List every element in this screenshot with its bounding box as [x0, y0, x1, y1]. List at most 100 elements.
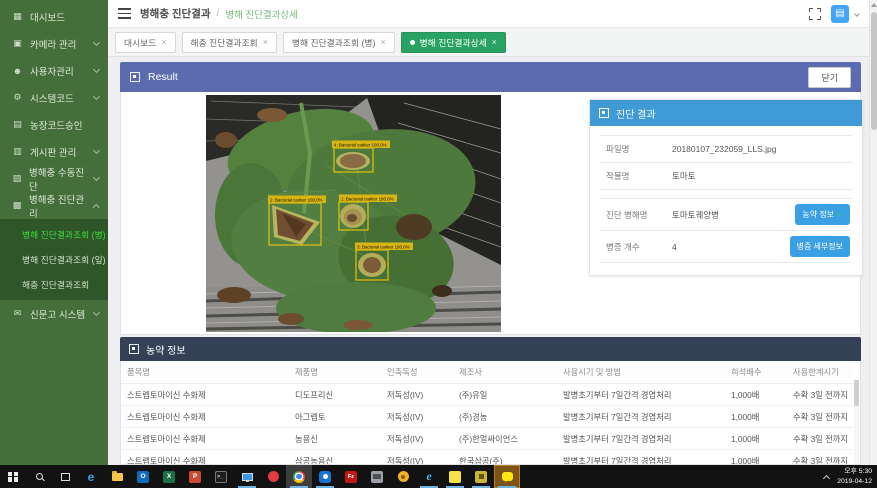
- scroll-up-icon[interactable]: [871, 3, 877, 7]
- taskbar-pc-app[interactable]: [234, 465, 260, 488]
- diagnosis-card-title: 진단 결과: [616, 106, 656, 121]
- chevron-down-icon: [93, 174, 100, 181]
- submenu-item-label: 병해 진단결과조회 (병): [22, 228, 106, 241]
- blue-app-icon: [319, 471, 331, 483]
- table-row[interactable]: 스트렙토마이신 수화제디도프리신저독성(IV) (주)유일발병초기부터 7일간격…: [121, 384, 853, 406]
- fullscreen-icon[interactable]: [809, 8, 821, 20]
- page-scrollbar-thumb[interactable]: [871, 12, 877, 130]
- tab-disease-result[interactable]: 병해 진단결과조회 (병) ×: [283, 32, 395, 53]
- field-label: 진단 병해명: [600, 199, 666, 231]
- breadcrumb-page[interactable]: 병해 진단결과상세: [225, 7, 298, 21]
- outlook-icon: O: [137, 471, 149, 483]
- chevron-down-icon[interactable]: [854, 11, 860, 17]
- breadcrumb: 병해충 진단결과 / 병해 진단결과상세: [140, 6, 298, 21]
- panel-icon: [599, 108, 609, 118]
- taskbar-excel[interactable]: X: [156, 465, 182, 488]
- sidebar-item-system-code[interactable]: ⚙ 시스템코드: [0, 84, 108, 111]
- book-icon: ▤: [12, 119, 23, 130]
- taskbar-yellow-badge-app[interactable]: [390, 465, 416, 488]
- list-icon: ▩: [12, 200, 22, 211]
- tab-dashboard[interactable]: 대시보드 ×: [115, 32, 176, 53]
- sidebar-item-camera[interactable]: ▣ 카메라 관리: [0, 30, 108, 57]
- show-hidden-icons[interactable]: [823, 475, 830, 482]
- tab-close-icon[interactable]: ×: [380, 37, 385, 47]
- submenu-item-disease-result-leaf[interactable]: 병해 진단결과조회 (잎): [0, 247, 108, 272]
- result-panel-header: Result 닫기: [120, 62, 861, 92]
- taskbar-internet-explorer[interactable]: e: [416, 465, 442, 488]
- result-panel-body: 4: Bacterial canker 100.0% 2: Bacterial …: [120, 92, 861, 335]
- symptom-detail-button[interactable]: 병증 세부정보: [790, 236, 850, 257]
- taskbar-red-app[interactable]: [260, 465, 286, 488]
- tab-label: 병해 진단결과조회 (병): [292, 36, 376, 49]
- start-button[interactable]: [0, 465, 26, 488]
- taskbar-powerpoint[interactable]: P: [182, 465, 208, 488]
- board-icon: ▥: [12, 146, 23, 157]
- table-row[interactable]: 스트렙토마이신 수화제삼공농용신저독성(IV) 한국삼공(주)발병초기부터 7일…: [121, 450, 853, 466]
- avatar[interactable]: ▤: [831, 5, 849, 23]
- table-row[interactable]: 스트렙토마이신 수화제아그렙토저독성(IV) (주)경농발병초기부터 7일간격 …: [121, 406, 853, 428]
- page-scrollbar[interactable]: [869, 0, 877, 465]
- taskbar-filezilla[interactable]: Fz: [338, 465, 364, 488]
- sidebar-item-diagnosis-management[interactable]: ▩ 병해충 진단관리: [0, 192, 108, 219]
- table-scrollbar[interactable]: [854, 380, 859, 464]
- windows-icon: [8, 472, 18, 482]
- table-row: 병증 개수 4 병증 세부정보: [600, 231, 852, 263]
- table-scrollbar-thumb[interactable]: [854, 380, 859, 406]
- submenu-item-pest-result[interactable]: 해충 진단결과조회: [0, 272, 108, 297]
- taskbar-edge[interactable]: e: [78, 465, 104, 488]
- submenu-item-disease-result-byung[interactable]: 병해 진단결과조회 (병): [0, 222, 108, 247]
- pesticide-panel-header: 농약 정보: [120, 337, 861, 361]
- taskbar-blue-app[interactable]: [312, 465, 338, 488]
- close-button[interactable]: 닫기: [808, 67, 851, 88]
- result-panel: Result 닫기: [120, 62, 861, 335]
- dashboard-icon: ▦: [12, 11, 23, 22]
- chevron-down-icon: [93, 309, 100, 316]
- tab-disease-detail[interactable]: 병해 진단결과상세 ×: [401, 32, 506, 53]
- sidebar-item-manual-diagnosis[interactable]: ▨ 병해충 수동진단: [0, 165, 108, 192]
- tab-close-icon[interactable]: ×: [263, 37, 268, 47]
- task-view-button[interactable]: [52, 465, 78, 488]
- screen: ▦ 대시보드 ▣ 카메라 관리 ☻ 사용자관리 ⚙ 시스템코드 ▤ 농장코드승인…: [0, 0, 877, 488]
- pesticide-panel-title: 농약 정보: [146, 342, 186, 357]
- taskbar-kakaotalk[interactable]: [494, 465, 520, 488]
- taskbar-olive-app[interactable]: [468, 465, 494, 488]
- sidebar-item-label: 병해충 수동진단: [29, 165, 87, 193]
- detection-label: 4: Bacterial canker 100.0%: [334, 142, 387, 147]
- clock-date: 2019-04-12: [837, 477, 872, 487]
- diagnosis-result-card: 진단 결과 파일명 20180107_232059_LLS.jpg 작물명 토마…: [589, 99, 863, 276]
- sidebar-item-label: 농장코드승인: [30, 118, 82, 132]
- olive-app-icon: [475, 471, 487, 483]
- table-row: 작물명 토마토: [600, 163, 852, 190]
- taskbar-search[interactable]: [26, 465, 52, 488]
- tab-label: 대시보드: [124, 36, 156, 49]
- sidebar-item-farm-code[interactable]: ▤ 농장코드승인: [0, 111, 108, 138]
- taskbar-clock[interactable]: 오후 5:30 2019-04-12: [837, 467, 872, 487]
- tab-close-icon[interactable]: ×: [161, 37, 166, 47]
- taskbar-outlook[interactable]: O: [130, 465, 156, 488]
- taskbar: e O X P >_ Fz e 오후 5:30 2019-04-12: [0, 465, 877, 488]
- sidebar-item-dashboard[interactable]: ▦ 대시보드: [0, 3, 108, 30]
- topbar: 병해충 진단결과 / 병해 진단결과상세 ▤: [108, 0, 869, 28]
- pesticide-info-button[interactable]: 농약 정보 ✓: [795, 204, 850, 225]
- sidebar-item-shinmungo[interactable]: ✉ 신문고 시스템: [0, 300, 108, 327]
- column-header: 제조사: [453, 361, 557, 384]
- task-view-icon: [61, 473, 70, 481]
- taskbar-remote-desktop[interactable]: [364, 465, 390, 488]
- sidebar-item-users[interactable]: ☻ 사용자관리: [0, 57, 108, 84]
- tab-bar: 대시보드 × 해충 진단결과조회 × 병해 진단결과조회 (병) × 병해 진단…: [108, 28, 869, 57]
- field-label: 파일명: [600, 136, 666, 163]
- taskbar-chrome[interactable]: [286, 465, 312, 488]
- sidebar-item-board[interactable]: ▥ 게시판 관리: [0, 138, 108, 165]
- powerpoint-icon: P: [189, 471, 201, 483]
- chrome-icon: [293, 471, 305, 483]
- chevron-down-icon: [93, 93, 100, 100]
- tab-close-icon[interactable]: ×: [492, 37, 497, 47]
- table-row[interactable]: 스트렙토마이신 수화제농용신저독성(IV) (주)한얼싸이언스발병초기부터 7일…: [121, 428, 853, 450]
- taskbar-terminal[interactable]: >_: [208, 465, 234, 488]
- taskbar-sticky-notes[interactable]: [442, 465, 468, 488]
- tab-pest-result[interactable]: 해충 진단결과조회 ×: [182, 32, 277, 53]
- hamburger-menu-icon[interactable]: [118, 8, 131, 18]
- diagnosis-photo: 4: Bacterial canker 100.0% 2: Bacterial …: [206, 95, 501, 332]
- edge-icon: e: [88, 470, 95, 484]
- taskbar-file-explorer[interactable]: [104, 465, 130, 488]
